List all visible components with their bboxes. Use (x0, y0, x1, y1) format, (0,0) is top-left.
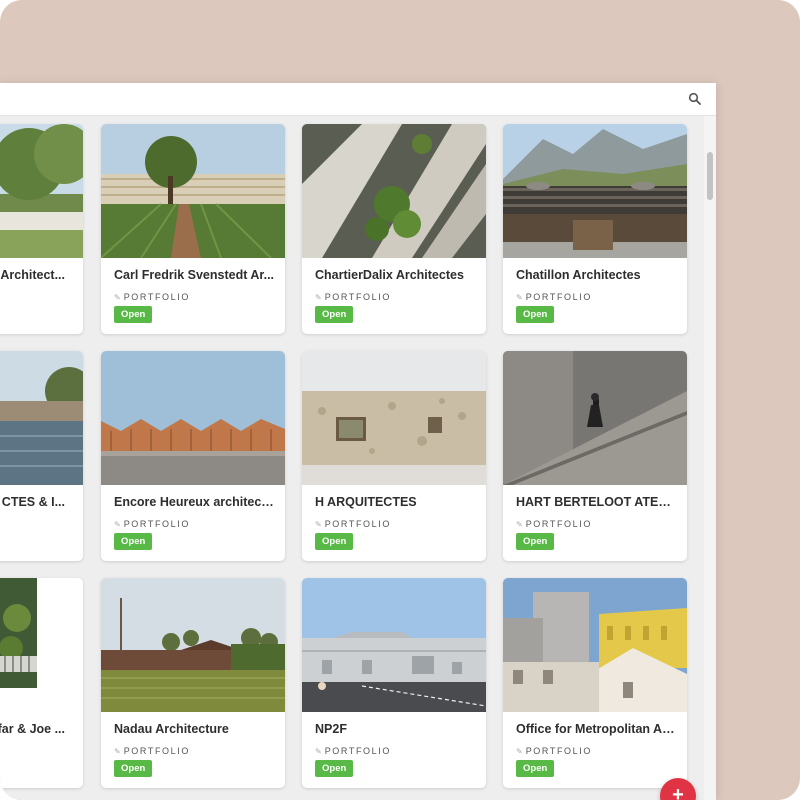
portfolio-card[interactable]: Office for Metropolitan Ar... ✎ PORTFOLIO… (503, 578, 687, 788)
open-badge[interactable]: Open (315, 306, 354, 323)
card-image (101, 578, 285, 712)
card-category: ✎ PORTFOLIO (516, 519, 592, 529)
pencil-icon: ✎ (315, 293, 322, 302)
category-label: PORTFOLIO (123, 292, 190, 302)
top-bar (0, 83, 716, 116)
card-category: ✎ PORTFOLIO (516, 746, 592, 756)
card-category: ✎ PORTFOLIO (315, 746, 391, 756)
category-label: PORTFOLIO (324, 292, 391, 302)
open-badge[interactable]: Open (516, 306, 555, 323)
portfolio-card[interactable]: Nadau Architecture ✎ PORTFOLIO Open (101, 578, 285, 788)
portfolio-card[interactable]: Encore Heureux architect... ✎ PORTFOLIO O… (101, 351, 285, 561)
card-title: NP2F (315, 722, 347, 736)
card-title: CTES & I... (1, 495, 65, 509)
search-icon[interactable] (688, 92, 702, 106)
card-image (0, 351, 83, 485)
scrollbar-thumb[interactable] (707, 152, 713, 200)
portfolio-card[interactable]: CTES & I... (0, 351, 83, 561)
card-category: ✎ PORTFOLIO (315, 292, 391, 302)
card-image (101, 351, 285, 485)
backdrop: Architect... Carl Fredrik Svenstedt Ar..… (0, 0, 800, 800)
pencil-icon: ✎ (516, 520, 523, 529)
card-image (503, 578, 687, 712)
category-label: PORTFOLIO (324, 519, 391, 529)
card-category: ✎ PORTFOLIO (114, 746, 190, 756)
pencil-icon: ✎ (516, 747, 523, 756)
card-title: ChartierDalix Architectes (315, 268, 464, 282)
portfolio-card[interactable]: ChartierDalix Architectes ✎ PORTFOLIO Ope… (302, 124, 486, 334)
open-badge[interactable]: Open (516, 533, 555, 550)
portfolio-card[interactable]: Chatillon Architectes ✎ PORTFOLIO Open (503, 124, 687, 334)
portfolio-card[interactable]: NP2F ✎ PORTFOLIO Open (302, 578, 486, 788)
card-title: Office for Metropolitan Ar... (516, 722, 676, 736)
portfolio-card[interactable]: H ARQUITECTES ✎ PORTFOLIO Open (302, 351, 486, 561)
open-badge[interactable]: Open (114, 306, 153, 323)
portfolio-card[interactable]: Architect... (0, 124, 83, 334)
scrollbar[interactable] (704, 116, 716, 800)
card-title: Chatillon Architectes (516, 268, 641, 282)
card-title: Nadau Architecture (114, 722, 229, 736)
card-image (302, 578, 486, 712)
card-title: HART BERTELOOT ATELI... (516, 495, 676, 509)
portfolio-card[interactable]: HART BERTELOOT ATELI... ✎ PORTFOLIO Open (503, 351, 687, 561)
card-category: ✎ PORTFOLIO (315, 519, 391, 529)
pencil-icon: ✎ (114, 747, 121, 756)
category-label: PORTFOLIO (123, 746, 190, 756)
card-image (302, 351, 486, 485)
portfolio-card[interactable]: ffar & Joe ... (0, 578, 83, 788)
portfolio-grid: Architect... Carl Fredrik Svenstedt Ar..… (0, 116, 704, 800)
portfolio-card[interactable]: Carl Fredrik Svenstedt Ar... ✎ PORTFOLIO … (101, 124, 285, 334)
card-category: ✎ PORTFOLIO (114, 519, 190, 529)
pencil-icon: ✎ (516, 293, 523, 302)
card-title: Encore Heureux architect... (114, 495, 274, 509)
card-title: Architect... (0, 268, 65, 282)
category-label: PORTFOLIO (324, 746, 391, 756)
card-title: ffar & Joe ... (0, 722, 65, 736)
pencil-icon: ✎ (315, 747, 322, 756)
card-image (503, 351, 687, 485)
category-label: PORTFOLIO (525, 746, 592, 756)
app-window: Architect... Carl Fredrik Svenstedt Ar..… (0, 83, 716, 800)
open-badge[interactable]: Open (516, 760, 555, 777)
card-image (0, 124, 83, 258)
card-category: ✎ PORTFOLIO (516, 292, 592, 302)
open-badge[interactable]: Open (114, 533, 153, 550)
pencil-icon: ✎ (114, 293, 121, 302)
category-label: PORTFOLIO (525, 519, 592, 529)
open-badge[interactable]: Open (114, 760, 153, 777)
card-image (503, 124, 687, 258)
card-category: ✎ PORTFOLIO (114, 292, 190, 302)
open-badge[interactable]: Open (315, 533, 354, 550)
pencil-icon: ✎ (114, 520, 121, 529)
card-image (302, 124, 486, 258)
pencil-icon: ✎ (315, 520, 322, 529)
category-label: PORTFOLIO (525, 292, 592, 302)
category-label: PORTFOLIO (123, 519, 190, 529)
card-title: H ARQUITECTES (315, 495, 417, 509)
card-image (0, 578, 83, 712)
card-title: Carl Fredrik Svenstedt Ar... (114, 268, 274, 282)
open-badge[interactable]: Open (315, 760, 354, 777)
card-image (101, 124, 285, 258)
